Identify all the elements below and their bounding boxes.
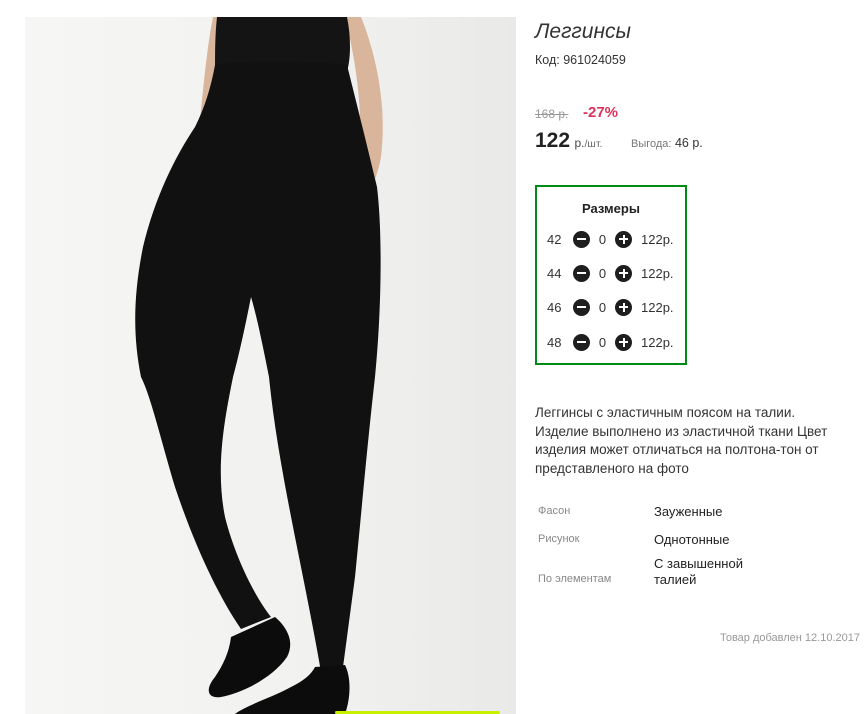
current-price: 122 р./шт. — [535, 129, 602, 153]
product-description: Леггинсы с эластичным поясом на талии. И… — [535, 405, 828, 476]
benefit: Выгода: 46 р. — [631, 136, 703, 150]
attr-value-elements: С завышенной талией — [654, 556, 743, 587]
size-label: 48 — [547, 334, 562, 350]
minus-circle-icon[interactable] — [573, 230, 590, 248]
product-photo[interactable] — [25, 17, 516, 714]
size-quantity: 0 — [598, 231, 607, 247]
minus-circle-icon[interactable] — [573, 264, 590, 282]
plus-circle-icon[interactable] — [615, 333, 632, 351]
product-code-label: Код: — [535, 53, 560, 67]
size-row: 42 0 122р. — [547, 229, 674, 249]
product-code: Код: 961024059 — [535, 53, 626, 67]
sizes-panel: Размеры 42 0 122р. 44 0 122р. 46 0 122р.… — [535, 185, 687, 365]
size-row: 48 0 122р. — [547, 332, 674, 352]
size-label: 44 — [547, 265, 562, 281]
old-price: 168 р. — [535, 107, 569, 121]
price-per: /шт. — [584, 138, 603, 150]
product-title: Леггинсы — [535, 20, 631, 43]
sizes-title: Размеры — [582, 201, 640, 216]
size-quantity: 0 — [598, 334, 607, 350]
added-date: Товар добавлен 12.10.2017 — [719, 632, 860, 644]
attr-label-elements: По элементам — [538, 573, 612, 585]
plus-circle-icon[interactable] — [615, 230, 632, 248]
attr-label-pattern: Рисунок — [538, 533, 580, 545]
size-row: 44 0 122р. — [547, 263, 674, 283]
size-quantity: 0 — [598, 299, 607, 315]
attr-value-pattern: Однотонные — [654, 532, 730, 547]
discount-badge: -27% — [583, 104, 619, 121]
attr-value-fason: Зауженные — [654, 504, 723, 519]
price-value: 122 — [535, 129, 571, 152]
size-price: 122р. — [641, 265, 674, 281]
size-row: 46 0 122р. — [547, 297, 674, 317]
attr-label-fason: Фасон — [538, 505, 571, 517]
size-label: 42 — [547, 231, 562, 247]
benefit-label: Выгода: — [631, 138, 672, 150]
plus-circle-icon[interactable] — [615, 264, 632, 282]
size-quantity: 0 — [598, 265, 607, 281]
size-label: 46 — [547, 299, 562, 315]
minus-circle-icon[interactable] — [573, 333, 590, 351]
minus-circle-icon[interactable] — [573, 298, 590, 316]
benefit-value: 46 р. — [674, 136, 703, 150]
size-price: 122р. — [641, 299, 674, 315]
size-price: 122р. — [641, 231, 674, 247]
size-price: 122р. — [641, 334, 674, 350]
product-code-value: 961024059 — [563, 53, 626, 67]
price-unit: р. — [574, 136, 585, 150]
plus-circle-icon[interactable] — [615, 298, 632, 316]
